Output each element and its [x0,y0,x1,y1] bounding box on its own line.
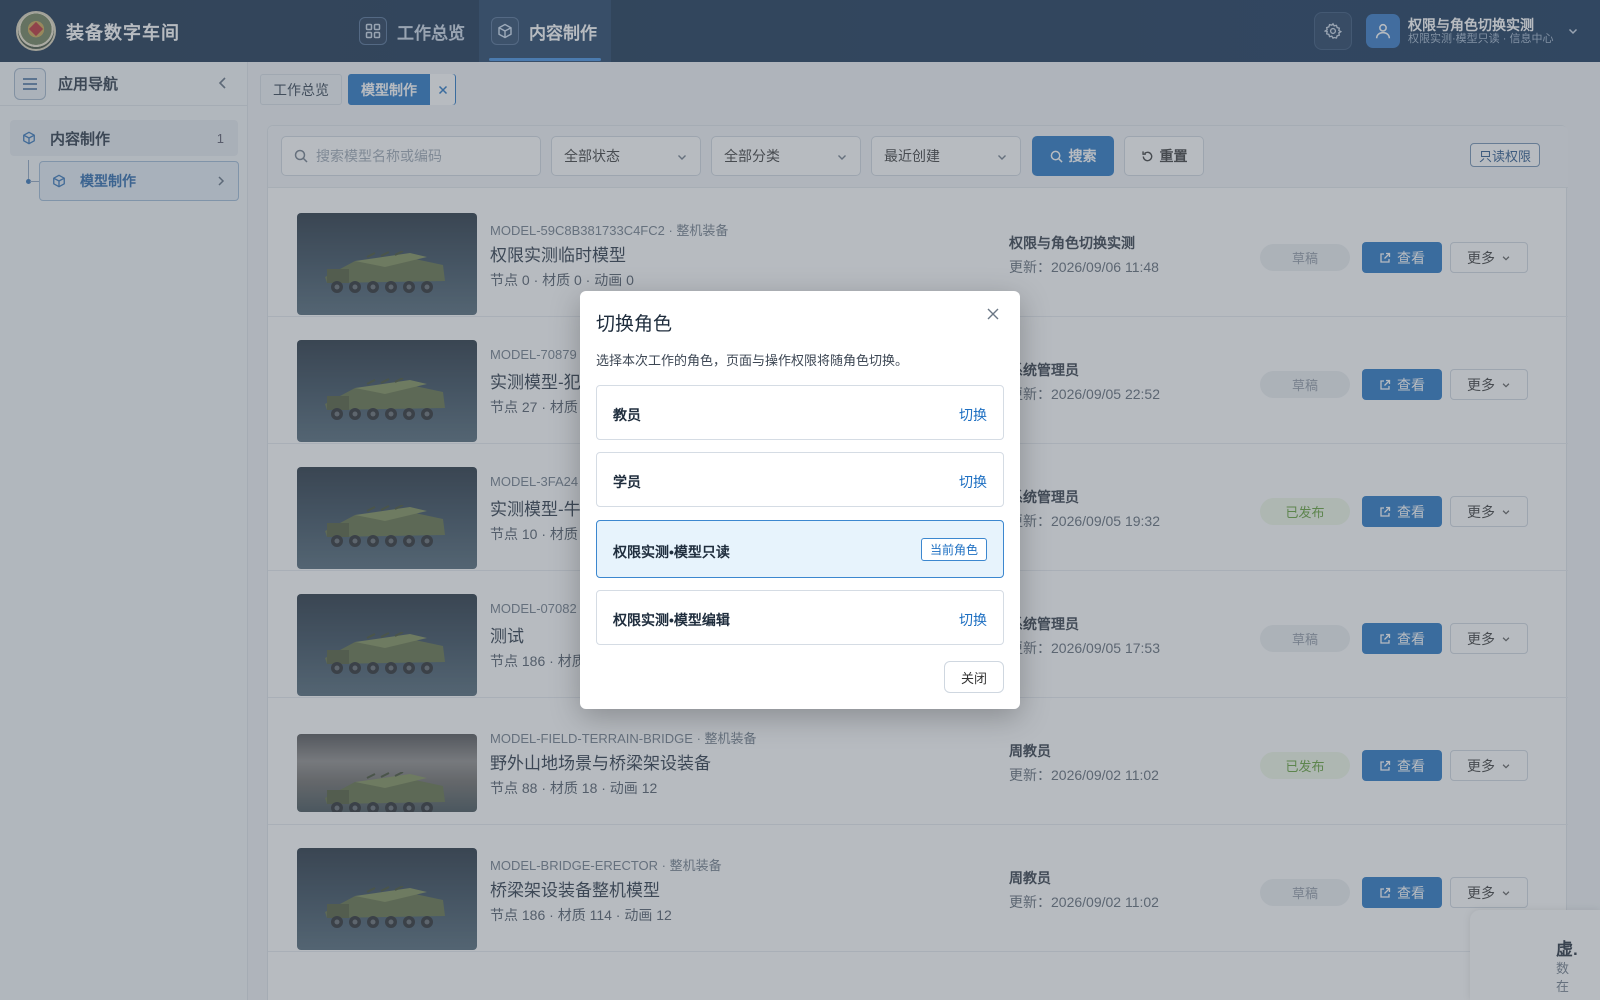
role-name: 学员 [613,474,641,490]
role-option-current: 权限实测•模型只读 当前角色 [596,520,1004,578]
role-switch-link[interactable]: 切换 [959,405,987,425]
role-name: 教员 [613,407,641,423]
dialog-close-button[interactable]: 关闭 [944,661,1004,693]
role-name: 权限实测•模型编辑 [613,612,730,628]
role-switch-link[interactable]: 切换 [959,610,987,630]
role-switch-link[interactable]: 切换 [959,472,987,492]
role-option[interactable]: 教员 切换 [596,385,1004,440]
role-option[interactable]: 权限实测•模型编辑 切换 [596,590,1004,645]
close-icon[interactable] [984,305,1002,323]
dialog-description: 选择本次工作的角色，页面与操作权限将随角色切换。 [596,353,909,368]
dialog-title: 切换角色 [596,314,673,335]
current-role-badge: 当前角色 [920,538,987,561]
switch-role-dialog: 切换角色 选择本次工作的角色，页面与操作权限将随角色切换。 教员 切换 学员 切… [580,291,1020,709]
role-name: 权限实测•模型只读 [613,544,730,560]
role-option[interactable]: 学员 切换 [596,452,1004,507]
